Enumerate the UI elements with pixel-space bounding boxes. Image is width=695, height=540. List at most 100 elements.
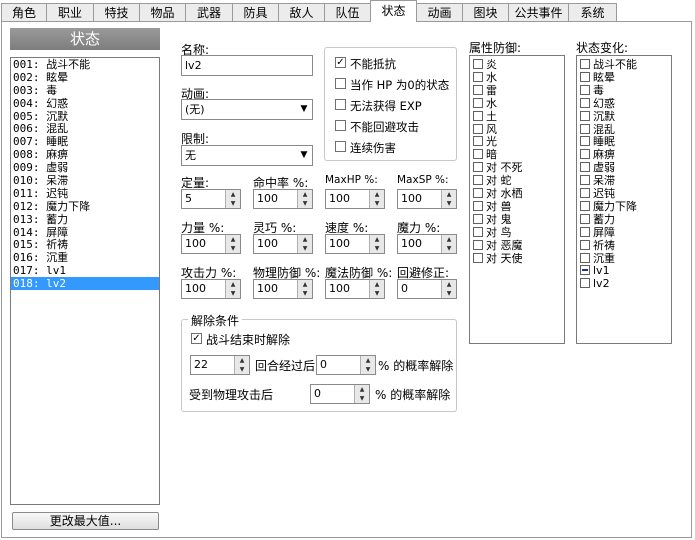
checklist-item[interactable]: 水 [473,71,497,84]
checklist-item[interactable]: 对 兽 [473,200,512,213]
release-turns-stepper[interactable]: 22 ▲ ▼ [190,355,250,375]
checklist-item[interactable]: lv2 [580,278,610,290]
field-stepper-5[interactable]: 100 ▲ ▼ [253,234,313,254]
checklist-item[interactable]: 光 [473,136,497,148]
tab-7[interactable]: 队伍 [324,3,371,21]
field-stepper-3[interactable]: 100 ▲ ▼ [397,189,457,209]
tab-12[interactable]: 系统 [568,3,617,21]
list-item[interactable]: 017: lv1 [11,264,159,277]
list-item[interactable]: 011: 迟钝 [11,187,159,200]
list-item[interactable]: 014: 屏障 [11,226,159,239]
spin-down-icon[interactable]: ▼ [441,199,456,208]
option-checkbox-1[interactable] [335,78,346,89]
guard-list[interactable]: 炎水雷水土风光暗对 不死对 蛇对 水栖对 兽对 鬼对 鸟对 恶魔对 天使 [469,55,565,344]
list-item[interactable]: 018: lv2 [11,277,159,290]
field-stepper-1[interactable]: 100 ▲ ▼ [253,189,313,209]
field-stepper-2[interactable]: 100 ▲ ▼ [325,189,385,209]
checklist-item[interactable]: 屏障 [580,226,615,239]
name-input[interactable]: lv2 [181,55,313,76]
checklist-item[interactable]: 混乱 [580,123,615,136]
field-stepper-7[interactable]: 100 ▲ ▼ [397,234,457,254]
option-checkbox-0[interactable]: ✓ [335,57,346,68]
spin-down-icon[interactable]: ▼ [297,289,312,298]
checklist-item[interactable]: 呆滞 [580,175,615,187]
checklist-item[interactable]: 对 水栖 [473,188,523,200]
checklist-item[interactable]: 雷 [473,84,497,97]
list-item[interactable]: 002: 眩晕 [11,71,159,84]
list-item[interactable]: 001: 战斗不能 [11,58,159,71]
checklist-item[interactable]: 暗 [473,149,497,161]
field-stepper-4[interactable]: 100 ▲ ▼ [181,234,241,254]
list-item[interactable]: 005: 沉默 [11,110,159,123]
field-stepper-6[interactable]: 100 ▲ ▼ [325,234,385,254]
checklist-item[interactable]: 对 蛇 [473,175,512,187]
option-checkbox-3[interactable] [335,120,346,131]
checklist-item[interactable]: 土 [473,110,497,123]
list-item[interactable]: 004: 幻惑 [11,97,159,110]
spin-down-icon[interactable]: ▼ [369,289,384,298]
tab-1[interactable]: 职业 [46,3,94,21]
spin-down-icon[interactable]: ▼ [225,289,240,298]
tab-0[interactable]: 角色 [1,3,47,21]
checklist-item[interactable]: 麻痹 [580,149,615,161]
tab-9[interactable]: 动画 [416,3,463,21]
list-item[interactable]: 003: 毒 [11,84,159,97]
animation-select[interactable]: (无) ▼ [181,99,313,120]
state-list[interactable]: 001: 战斗不能 002: 眩晕 003: 毒 004: 幻惑 005: 沉默 006:… [10,57,160,505]
change-max-button[interactable]: 更改最大值... [12,512,159,530]
field-stepper-0[interactable]: 5 ▲ ▼ [181,189,241,209]
option-checkbox-2[interactable] [335,99,346,110]
checklist-item[interactable]: 虚弱 [580,162,615,174]
option-checkbox-4[interactable] [335,141,346,152]
release-phys-chance-stepper[interactable]: 0 ▲ ▼ [310,384,370,404]
list-item[interactable]: 009: 虚弱 [11,161,159,174]
list-item[interactable]: 010: 呆滞 [11,174,159,187]
checklist-item[interactable]: 对 不死 [473,162,523,174]
checklist-item[interactable]: 睡眠 [580,136,615,148]
list-item[interactable]: 008: 麻痹 [11,148,159,161]
checklist-item[interactable]: 对 天使 [473,252,523,265]
checklist-item[interactable]: lv1 [580,265,610,277]
list-item[interactable]: 015: 祈祷 [11,238,159,252]
tab-5[interactable]: 防具 [232,3,279,21]
field-stepper-8[interactable]: 100 ▲ ▼ [181,279,241,299]
checklist-item[interactable]: 炎 [473,59,497,71]
checklist-item[interactable]: 祈祷 [580,239,615,252]
list-item[interactable]: 013: 蓄力 [11,213,159,226]
spin-down-icon[interactable]: ▼ [354,394,369,403]
spin-down-icon[interactable]: ▼ [360,365,375,374]
spin-down-icon[interactable]: ▼ [297,199,312,208]
checklist-item[interactable]: 沉重 [580,252,615,265]
checklist-item[interactable]: 水 [473,97,497,110]
field-stepper-11[interactable]: 0 ▲ ▼ [397,279,457,299]
checklist-item[interactable]: 沉默 [580,110,615,123]
spin-down-icon[interactable]: ▼ [297,244,312,253]
field-stepper-10[interactable]: 100 ▲ ▼ [325,279,385,299]
checklist-item[interactable]: 魔力下降 [580,200,637,213]
spin-down-icon[interactable]: ▼ [369,199,384,208]
checklist-item[interactable]: 迟钝 [580,188,615,200]
battle-end-checkbox[interactable]: ✓ [191,333,202,344]
list-item[interactable]: 016: 沉重 [11,251,159,264]
checklist-item[interactable]: 幻惑 [580,97,615,110]
tab-3[interactable]: 物品 [139,3,186,21]
spin-down-icon[interactable]: ▼ [234,365,249,374]
tab-2[interactable]: 特技 [93,3,140,21]
tab-11[interactable]: 公共事件 [508,3,569,21]
checklist-item[interactable]: 战斗不能 [580,59,637,71]
spin-down-icon[interactable]: ▼ [441,244,456,253]
list-item[interactable]: 012: 魔力下降 [11,200,159,213]
list-item[interactable]: 006: 混乱 [11,122,159,136]
checklist-item[interactable]: 对 鬼 [473,213,512,226]
checklist-item[interactable]: 对 鸟 [473,226,512,239]
spin-down-icon[interactable]: ▼ [369,244,384,253]
state-change-list[interactable]: 战斗不能 眩晕毒幻惑 沉默 混乱 睡眠 麻痹 虚弱 呆滞 迟钝 魔力下降 蓄力 屏障 祈祷 沉重 lv1 lv… [576,55,672,344]
checklist-item[interactable]: 毒 [580,84,604,97]
restriction-select[interactable]: 无 ▼ [181,145,313,166]
spin-down-icon[interactable]: ▼ [225,244,240,253]
list-item[interactable]: 007: 睡眠 [11,135,159,148]
tab-6[interactable]: 敌人 [278,3,325,21]
spin-down-icon[interactable]: ▼ [441,289,456,298]
tab-4[interactable]: 武器 [185,3,233,21]
tab-8[interactable]: 状态 [370,0,417,22]
